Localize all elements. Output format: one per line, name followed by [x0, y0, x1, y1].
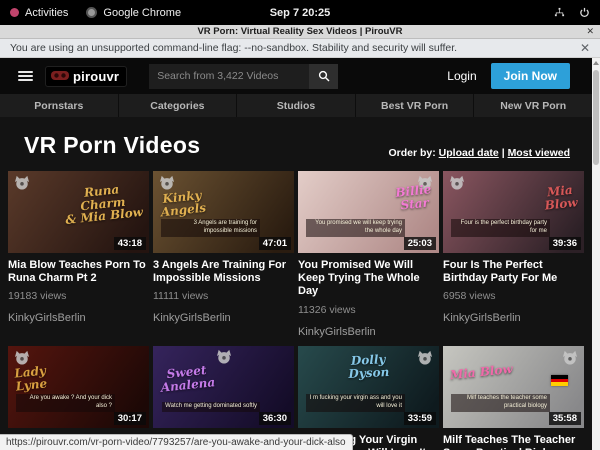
video-views: 11111 views	[153, 290, 294, 302]
status-bar-url: https://pirouvr.com/vr-porn-video/779325…	[0, 434, 353, 450]
thumbnail-overlay-name: Billie Star	[395, 183, 433, 212]
video-views: 11326 views	[298, 304, 439, 316]
video-grid: Runa Charm & Mia Blow 43:18 Mia Blow Teach…	[0, 171, 592, 450]
video-card[interactable]: Kinky Angels3 Angels are training for im…	[153, 171, 294, 338]
window-close-icon[interactable]: ✕	[586, 26, 594, 37]
thumbnail-overlay-name: Mia Blow	[450, 362, 514, 381]
thumbnail-overlay-name: Lady Lyne	[14, 364, 48, 392]
desktop: Activities Google Chrome Sep 7 20:25 VR …	[0, 0, 600, 450]
duration-badge: 35:58	[549, 412, 581, 425]
thumbnail-overlay-caption: You promised we will keep trying the who…	[306, 219, 405, 237]
video-studio-link[interactable]: KinkyGirlsBerlin	[443, 312, 584, 324]
video-thumbnail[interactable]: Dolly Dyson I m fucking your virgin ass a…	[298, 346, 439, 428]
search-input[interactable]	[149, 64, 309, 89]
site-header: pirouvr Login Join Now	[0, 58, 592, 94]
video-thumbnail[interactable]: Sweet Analena Watch me getting dominated …	[153, 346, 294, 428]
window-title: VR Porn: Virtual Reality Sex Videos | Pi…	[0, 26, 600, 37]
thumbnail-overlay-name: Kinky Angels	[159, 189, 207, 219]
duration-badge: 30:17	[114, 412, 146, 425]
thumbnail-overlay-name: Mia Blow	[543, 183, 578, 212]
page-title: VR Porn Videos	[24, 132, 200, 159]
thumbnail-overlay-caption: Four is the perfect birthday party for m…	[451, 219, 550, 237]
studio-cat-mask-icon	[13, 175, 31, 195]
search-icon	[318, 70, 330, 82]
thumbnail-overlay-caption: I m fucking your virgin ass and you will…	[306, 394, 405, 412]
duration-badge: 39:36	[549, 237, 581, 250]
hamburger-menu-icon[interactable]	[18, 71, 33, 81]
duration-badge: 36:30	[259, 412, 291, 425]
studio-cat-mask-icon	[561, 350, 579, 370]
video-thumbnail[interactable]: Mia Blow Milf teaches the teacher some pr…	[443, 346, 584, 428]
video-title[interactable]: Mia Blow Teaches Porn To Runa Charm Pt 2	[8, 259, 149, 285]
video-card[interactable]: Mia Blow Milf teaches the teacher some pr…	[443, 346, 584, 450]
video-studio-link[interactable]: KinkyGirlsBerlin	[8, 312, 149, 324]
video-title[interactable]: You Promised We Will Keep Trying The Who…	[298, 259, 439, 299]
warning-close-icon[interactable]: ✕	[580, 41, 590, 55]
video-title[interactable]: Milf Teaches The Teacher Some Practical …	[443, 434, 584, 450]
video-card[interactable]: Billie Star You promised we will keep try…	[298, 171, 439, 338]
video-card[interactable]: Runa Charm & Mia Blow 43:18 Mia Blow Teach…	[8, 171, 149, 338]
duration-badge: 43:18	[114, 237, 146, 250]
search-button[interactable]	[309, 64, 338, 89]
browser-viewport: pirouvr Login Join Now Pornstars Cate	[0, 58, 600, 450]
video-studio-link[interactable]: KinkyGirlsBerlin	[153, 312, 294, 324]
main-nav: Pornstars Categories Studios Best VR Por…	[0, 94, 592, 117]
duration-badge: 25:03	[404, 237, 436, 250]
scrollbar-thumb[interactable]	[593, 70, 599, 165]
sandbox-warning-bar: You are using an unsupported command-lin…	[0, 39, 600, 58]
video-thumbnail[interactable]: Runa Charm & Mia Blow 43:18	[8, 171, 149, 253]
logo-text: pirouvr	[73, 69, 119, 84]
duration-badge: 47:01	[259, 237, 291, 250]
order-upload-date-link[interactable]: Upload date	[439, 147, 499, 159]
nav-item-categories[interactable]: Categories	[119, 94, 237, 117]
video-title[interactable]: 3 Angels Are Training For Impossible Mis…	[153, 259, 294, 285]
thumbnail-overlay-caption: Are you awake ? And your dick also ?	[16, 394, 115, 412]
duration-badge: 33:59	[404, 412, 436, 425]
video-thumbnail[interactable]: Mia Blow Four is the perfect birthday par…	[443, 171, 584, 253]
thumbnail-overlay-caption: 3 Angels are training for impossible mis…	[161, 219, 260, 237]
video-thumbnail[interactable]: Billie Star You promised we will keep try…	[298, 171, 439, 253]
nav-item-pornstars[interactable]: Pornstars	[0, 94, 118, 117]
order-by-label: Order by:	[388, 147, 435, 159]
nav-item-best-vr-porn[interactable]: Best VR Porn	[356, 94, 474, 117]
thumbnail-overlay-caption: Watch me getting dominated softly	[162, 402, 260, 412]
vr-goggles-icon	[50, 70, 70, 82]
order-separator: |	[502, 147, 505, 159]
studio-cat-mask-icon	[448, 175, 466, 195]
login-link[interactable]: Login	[447, 69, 476, 83]
video-thumbnail[interactable]: Lady Lyne Are you awake ? And your dick a…	[8, 346, 149, 428]
power-icon[interactable]	[579, 7, 590, 18]
studio-cat-mask-icon	[215, 349, 233, 369]
window-title-bar: VR Porn: Virtual Reality Sex Videos | Pi…	[0, 25, 600, 39]
thumbnail-overlay-name: Runa Charm & Mia Blow	[62, 181, 143, 227]
thumbnail-overlay-name: Sweet Analena	[159, 363, 216, 394]
order-by: Order by: Upload date | Most viewed	[388, 147, 570, 159]
video-views: 6958 views	[443, 290, 584, 302]
order-most-viewed-link[interactable]: Most viewed	[508, 147, 570, 159]
video-studio-link[interactable]: KinkyGirlsBerlin	[298, 326, 439, 338]
video-title[interactable]: Four Is The Perfect Birthday Party For M…	[443, 259, 584, 285]
site-logo[interactable]: pirouvr	[45, 66, 127, 87]
thumbnail-overlay-caption: Milf teaches the teacher some practical …	[451, 394, 550, 412]
network-icon[interactable]	[554, 7, 565, 18]
warning-text: You are using an unsupported command-lin…	[10, 42, 457, 54]
join-now-button[interactable]: Join Now	[491, 63, 570, 89]
thumbnail-overlay-name: Dolly Dyson	[298, 350, 439, 383]
clock[interactable]: Sep 7 20:25	[0, 7, 600, 19]
video-card[interactable]: Mia Blow Four is the perfect birthday par…	[443, 171, 584, 338]
scroll-up-arrow-icon[interactable]	[593, 61, 599, 65]
video-thumbnail[interactable]: Kinky Angels3 Angels are training for im…	[153, 171, 294, 253]
scrollbar[interactable]	[592, 58, 600, 450]
video-views: 19183 views	[8, 290, 149, 302]
nav-item-new-vr-porn[interactable]: New VR Porn	[474, 94, 592, 117]
german-flag-icon	[551, 375, 568, 386]
nav-item-studios[interactable]: Studios	[237, 94, 355, 117]
system-top-bar: Activities Google Chrome Sep 7 20:25	[0, 0, 600, 25]
